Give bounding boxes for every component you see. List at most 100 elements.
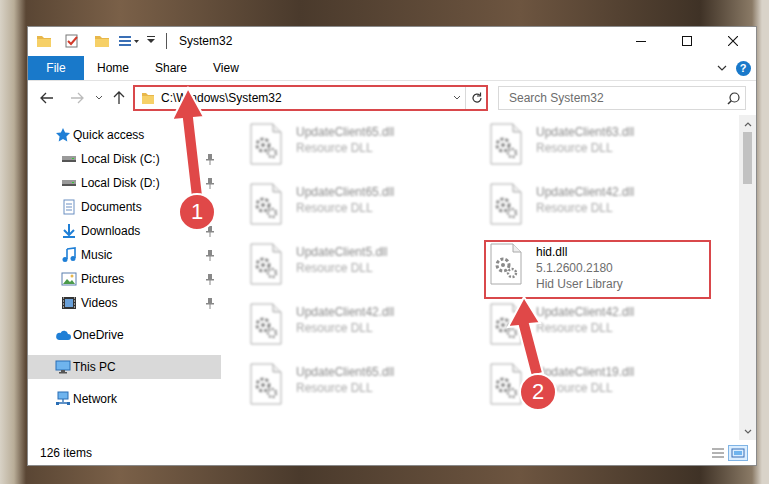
nav-label[interactable]: Local Disk (C:): [81, 150, 199, 168]
nav-item[interactable]: Videos: [28, 291, 221, 315]
file-name[interactable]: UpdateClient65.dll: [296, 124, 394, 140]
expand-ribbon-icon[interactable]: [714, 56, 730, 80]
nav-label[interactable]: Network: [73, 390, 201, 408]
dropdown-icon[interactable]: [146, 33, 156, 49]
main-area: Quick access Local Disk (C:) Local Disk (D…: [28, 115, 756, 440]
close-icon[interactable]: [710, 27, 756, 55]
file-detail: Resource DLL: [536, 140, 634, 156]
nav-item[interactable]: OneDrive: [28, 323, 221, 347]
nav-label[interactable]: Videos: [81, 294, 199, 312]
window-title: System32: [179, 32, 232, 50]
file-name[interactable]: UpdateClient65.dll: [296, 184, 394, 200]
nav-label[interactable]: Downloads: [81, 222, 199, 240]
help-button[interactable]: ?: [730, 56, 756, 80]
file-detail: Resource DLL: [296, 140, 394, 156]
maximize-icon[interactable]: [664, 27, 710, 55]
navigation-pane: Quick access Local Disk (C:) Local Disk (D…: [28, 115, 221, 440]
new-folder-icon[interactable]: [94, 33, 110, 49]
address-dropdown-icon[interactable]: [449, 87, 465, 109]
dll-file-icon: [246, 303, 286, 345]
file-detail: Resource DLL: [296, 380, 394, 396]
scroll-up-icon[interactable]: [739, 115, 756, 132]
recent-dropdown-icon[interactable]: [92, 87, 106, 109]
file-name[interactable]: hid.dll: [536, 244, 623, 260]
details-view-icon[interactable]: [708, 445, 728, 461]
file-item[interactable]: UpdateClient65.dllResource DLL: [246, 363, 486, 423]
up-arrow-icon[interactable]: [108, 87, 130, 109]
refresh-icon[interactable]: [465, 87, 487, 109]
file-name[interactable]: UpdateClient5.dll: [296, 244, 387, 260]
nav-label[interactable]: Pictures: [81, 270, 199, 288]
folder-icon: [36, 33, 52, 49]
nav-item[interactable]: This PC: [28, 355, 221, 379]
pin-icon[interactable]: [203, 360, 217, 374]
nav-item[interactable]: Music: [28, 243, 221, 267]
nav-label[interactable]: Music: [81, 246, 199, 264]
nav-label[interactable]: Quick access: [73, 126, 201, 144]
pin-icon[interactable]: [203, 272, 217, 286]
large-icons-view-icon[interactable]: [728, 445, 748, 461]
scroll-down-icon[interactable]: [739, 423, 756, 440]
file-item[interactable]: UpdateClient42.dllResource DLL: [246, 303, 486, 363]
pin-icon[interactable]: [203, 328, 217, 342]
ribbon-tab[interactable]: View: [200, 56, 252, 80]
nav-item[interactable]: Pictures: [28, 267, 221, 291]
pc-icon: [55, 359, 71, 375]
file-name[interactable]: UpdateClient42.dll: [536, 304, 634, 320]
nav-label[interactable]: Local Disk (D:): [81, 174, 199, 192]
pin-icon[interactable]: [203, 176, 217, 190]
pin-icon[interactable]: [203, 248, 217, 262]
file-detail: Resource DLL: [296, 320, 394, 336]
help-glyph[interactable]: ?: [736, 61, 751, 76]
file-item[interactable]: UpdateClient42.dllResource DLL: [486, 303, 726, 363]
search-box[interactable]: [498, 86, 746, 110]
file-text: UpdateClient42.dllResource DLL: [536, 183, 634, 216]
address-bar[interactable]: C:\Windows\System32: [134, 86, 488, 110]
pin-icon[interactable]: [203, 392, 217, 406]
downloads-icon: [61, 223, 77, 239]
file-item[interactable]: UpdateClient42.dllResource DLL: [486, 183, 726, 243]
file-text: UpdateClient42.dllResource DLL: [536, 303, 634, 336]
search-icon[interactable]: [721, 87, 745, 109]
dll-file-icon: [486, 243, 526, 285]
nav-label[interactable]: This PC: [73, 358, 201, 376]
ribbon-tab[interactable]: Share: [142, 56, 200, 80]
window-controls: [618, 27, 756, 55]
pin-icon[interactable]: [203, 296, 217, 310]
customize-icon[interactable]: [118, 33, 140, 49]
minimize-icon[interactable]: [618, 27, 664, 55]
file-grid: UpdateClient65.dllResource DLLUpdateClie…: [221, 115, 739, 440]
ribbon-tabs: FileHomeShareView?: [28, 55, 756, 81]
ribbon-tab[interactable]: Home: [84, 56, 142, 80]
file-item[interactable]: UpdateClient65.dllResource DLL: [246, 183, 486, 243]
nav-label[interactable]: OneDrive: [73, 326, 201, 344]
file-name[interactable]: UpdateClient65.dll: [296, 364, 394, 380]
dll-file-icon: [486, 123, 526, 165]
file-item[interactable]: UpdateClient65.dllResource DLL: [246, 123, 486, 183]
pin-icon[interactable]: [203, 152, 217, 166]
nav-item[interactable]: Quick access: [28, 123, 221, 147]
file-text: hid.dll5.1.2600.2180Hid User Library: [536, 243, 623, 292]
file-item[interactable]: UpdateClient63.dllResource DLL: [486, 123, 726, 183]
network-icon: [55, 391, 71, 407]
file-name[interactable]: UpdateClient42.dll: [296, 304, 394, 320]
pin-icon[interactable]: [203, 128, 217, 142]
item-count: 126 items: [40, 444, 708, 462]
search-input[interactable]: [499, 89, 721, 107]
file-name[interactable]: UpdateClient63.dll: [536, 124, 634, 140]
file-item[interactable]: UpdateClient5.dllResource DLL: [246, 243, 486, 303]
nav-item[interactable]: Local Disk (D:): [28, 171, 221, 195]
properties-icon[interactable]: [64, 33, 80, 49]
title-separator: [166, 33, 167, 49]
back-arrow-icon[interactable]: [36, 87, 58, 109]
file-text: UpdateClient63.dllResource DLL: [536, 123, 634, 156]
dll-file-icon: [246, 243, 286, 285]
file-item[interactable]: hid.dll5.1.2600.2180Hid User Library: [486, 243, 726, 303]
file-name[interactable]: UpdateClient42.dll: [536, 184, 634, 200]
scrollbar[interactable]: [739, 115, 756, 440]
scroll-thumb[interactable]: [743, 132, 752, 184]
file-tab[interactable]: File: [28, 56, 84, 80]
nav-item[interactable]: Network: [28, 387, 221, 411]
address-path[interactable]: C:\Windows\System32: [161, 89, 449, 107]
nav-item[interactable]: Local Disk (C:): [28, 147, 221, 171]
